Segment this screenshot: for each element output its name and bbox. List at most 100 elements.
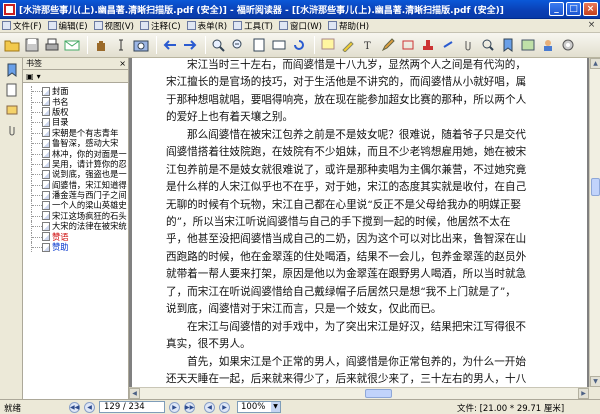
image-icon[interactable]: [519, 36, 537, 54]
next-view-button[interactable]: ▶: [219, 402, 230, 413]
title-bar[interactable]: [水浒那些事儿(上).幽昌著.清晰扫描版.pdf (安全)] - 福昕阅读器 -…: [0, 0, 600, 19]
help-menu-icon: [328, 21, 337, 30]
menu-file[interactable]: 文件(F): [2, 20, 42, 32]
link-icon[interactable]: [439, 36, 457, 54]
bookmark-item[interactable]: 说到底，强盗也是一: [23, 169, 128, 180]
bookmark-item[interactable]: 赞助: [23, 242, 128, 253]
typewriter-icon[interactable]: T: [359, 36, 377, 54]
bookmark-item[interactable]: 赞语: [23, 231, 128, 242]
zoom-out-icon[interactable]: [230, 36, 248, 54]
scroll-right-button[interactable]: ▶: [578, 388, 589, 399]
bookmark-item[interactable]: 吴用，请计算你的忍: [23, 158, 128, 169]
bookmark-item[interactable]: 一个人的梁山英雄史: [23, 200, 128, 211]
bookmark-item[interactable]: 宋朝是个有志青年: [23, 127, 128, 138]
attachment-icon[interactable]: [459, 36, 477, 54]
menu-window[interactable]: 窗口(W): [278, 20, 322, 32]
save-icon[interactable]: [23, 36, 41, 54]
bookmarks-panel-icon[interactable]: [3, 61, 20, 78]
page-number-field[interactable]: 129 / 234: [99, 401, 165, 413]
document-view[interactable]: 宋江当时三十左右，而阎婆惜是十八九岁，显然两个人之间是有代沟的， 宋江擅长的是官…: [129, 58, 589, 387]
printer-icon[interactable]: [43, 36, 61, 54]
vertical-scrollbar[interactable]: ▲ ▼: [589, 58, 600, 387]
email-icon[interactable]: [63, 36, 81, 54]
bookmark-pane-close-icon[interactable]: ×: [119, 58, 126, 69]
horizontal-scroll-thumb[interactable]: [365, 389, 392, 398]
bookmark-item[interactable]: 潘金莲与西门子之间: [23, 190, 128, 201]
menu-comment[interactable]: 注释(C): [140, 20, 181, 32]
pencil-icon[interactable]: [379, 36, 397, 54]
horizontal-scrollbar[interactable]: ◀ ▶: [129, 387, 589, 399]
bookmark-options-icon[interactable]: ▣: [26, 72, 34, 81]
layers-panel-icon[interactable]: [3, 101, 20, 118]
scrollbar-corner: [589, 387, 600, 399]
paragraph: 首先，如果宋江是个正常的男人，阎婆惜是你正常包养的，为什么一开始 还天天睡在一起…: [166, 356, 527, 386]
fit-page-icon[interactable]: [250, 36, 268, 54]
minimize-button[interactable]: _: [549, 2, 564, 16]
bookmark-item[interactable]: 林冲，你的对面是一: [23, 148, 128, 159]
pages-panel-icon[interactable]: [3, 81, 20, 98]
find-icon[interactable]: [479, 36, 497, 54]
tools-menu-icon: [233, 21, 243, 30]
paragraph: 那么阎婆惜在被宋江包养之前是不是妓女呢？很难说，随着爷子只是交代 阎婆惜搭着往妓…: [166, 129, 527, 315]
fit-width-icon[interactable]: [270, 36, 288, 54]
forward-arrow-icon[interactable]: [181, 36, 199, 54]
bookmark-item[interactable]: 宋江这场疯狂的石头: [23, 210, 128, 221]
snapshot-icon[interactable]: [132, 36, 150, 54]
close-button[interactable]: ×: [583, 2, 598, 16]
chevron-down-icon[interactable]: ▼: [271, 402, 280, 412]
scroll-left-button[interactable]: ◀: [129, 388, 140, 399]
attachments-panel-icon[interactable]: [3, 121, 20, 138]
first-page-button[interactable]: ◀◀: [69, 402, 80, 413]
bookmark-dropdown-icon[interactable]: ▾: [37, 72, 41, 81]
navigation-panel-strip: [0, 58, 23, 399]
bookmark-item[interactable]: 目录: [23, 117, 128, 128]
rotate-icon[interactable]: [290, 36, 308, 54]
menu-form[interactable]: 表单(R): [186, 20, 227, 32]
toolbar-separator: [87, 36, 88, 54]
bookmark-add-icon[interactable]: [499, 36, 517, 54]
scroll-down-button[interactable]: ▼: [590, 376, 600, 387]
highlight-icon[interactable]: [339, 36, 357, 54]
svg-text:T: T: [364, 41, 371, 52]
zoom-in-icon[interactable]: [210, 36, 228, 54]
next-page-button[interactable]: ▶: [169, 402, 180, 413]
foxit-app-icon[interactable]: [3, 2, 16, 16]
text-select-icon[interactable]: [112, 36, 130, 54]
window-controls: _ □ ×: [549, 2, 598, 16]
maximize-button[interactable]: □: [566, 2, 581, 16]
form-menu-icon: [186, 21, 196, 30]
bookmark-item[interactable]: 书名: [23, 96, 128, 107]
toolbar-separator: [156, 36, 157, 54]
menu-bar: 文件(F) 编辑(E) 视图(V) 注释(C) 表单(R) 工具(T) 窗口(W…: [0, 19, 600, 33]
bookmark-pane-title: 书签: [26, 59, 42, 68]
stamp-icon[interactable]: [419, 36, 437, 54]
bookmark-item[interactable]: 阎婆惜，宋江知道得: [23, 179, 128, 190]
menu-edit[interactable]: 编辑(E): [47, 20, 88, 32]
document-close-icon[interactable]: ×: [586, 20, 597, 31]
menu-tools[interactable]: 工具(T): [233, 20, 273, 32]
user-icon[interactable]: [539, 36, 557, 54]
vertical-scroll-thumb[interactable]: [591, 178, 600, 196]
bookmark-item[interactable]: 版权: [23, 106, 128, 117]
note-icon[interactable]: [319, 36, 337, 54]
comment-menu-icon: [140, 21, 149, 30]
menu-view[interactable]: 视图(V): [93, 20, 134, 32]
toolbar-separator: [205, 36, 206, 54]
bookmark-toolbar: ▣ ▾: [23, 70, 128, 83]
bookmark-pane: 书签 × ▣ ▾ 封面 书名 版权 目录 宋朝是个有志青年 鲁智深，感动大宋 林…: [23, 58, 129, 399]
zoom-select[interactable]: 100% ▼: [237, 401, 281, 413]
previous-page-button[interactable]: ◀: [84, 402, 95, 413]
hand-tool-icon[interactable]: [92, 36, 110, 54]
previous-view-button[interactable]: ◀: [204, 402, 215, 413]
menu-help[interactable]: 帮助(H): [328, 20, 369, 32]
rectangle-tool-icon[interactable]: [399, 36, 417, 54]
scroll-up-button[interactable]: ▲: [590, 58, 600, 69]
last-page-button[interactable]: ▶▶: [184, 402, 195, 413]
back-arrow-icon[interactable]: [161, 36, 179, 54]
bookmark-item[interactable]: 鲁智深，感动大宋: [23, 138, 128, 149]
pdf-page[interactable]: 宋江当时三十左右，而阎婆惜是十八九岁，显然两个人之间是有代沟的， 宋江擅长的是官…: [132, 58, 587, 387]
settings-icon[interactable]: [559, 36, 577, 54]
bookmark-item[interactable]: 封面: [23, 86, 128, 97]
bookmark-item[interactable]: 大宋的法律在被宋统: [23, 221, 128, 232]
open-file-icon[interactable]: [3, 36, 21, 54]
